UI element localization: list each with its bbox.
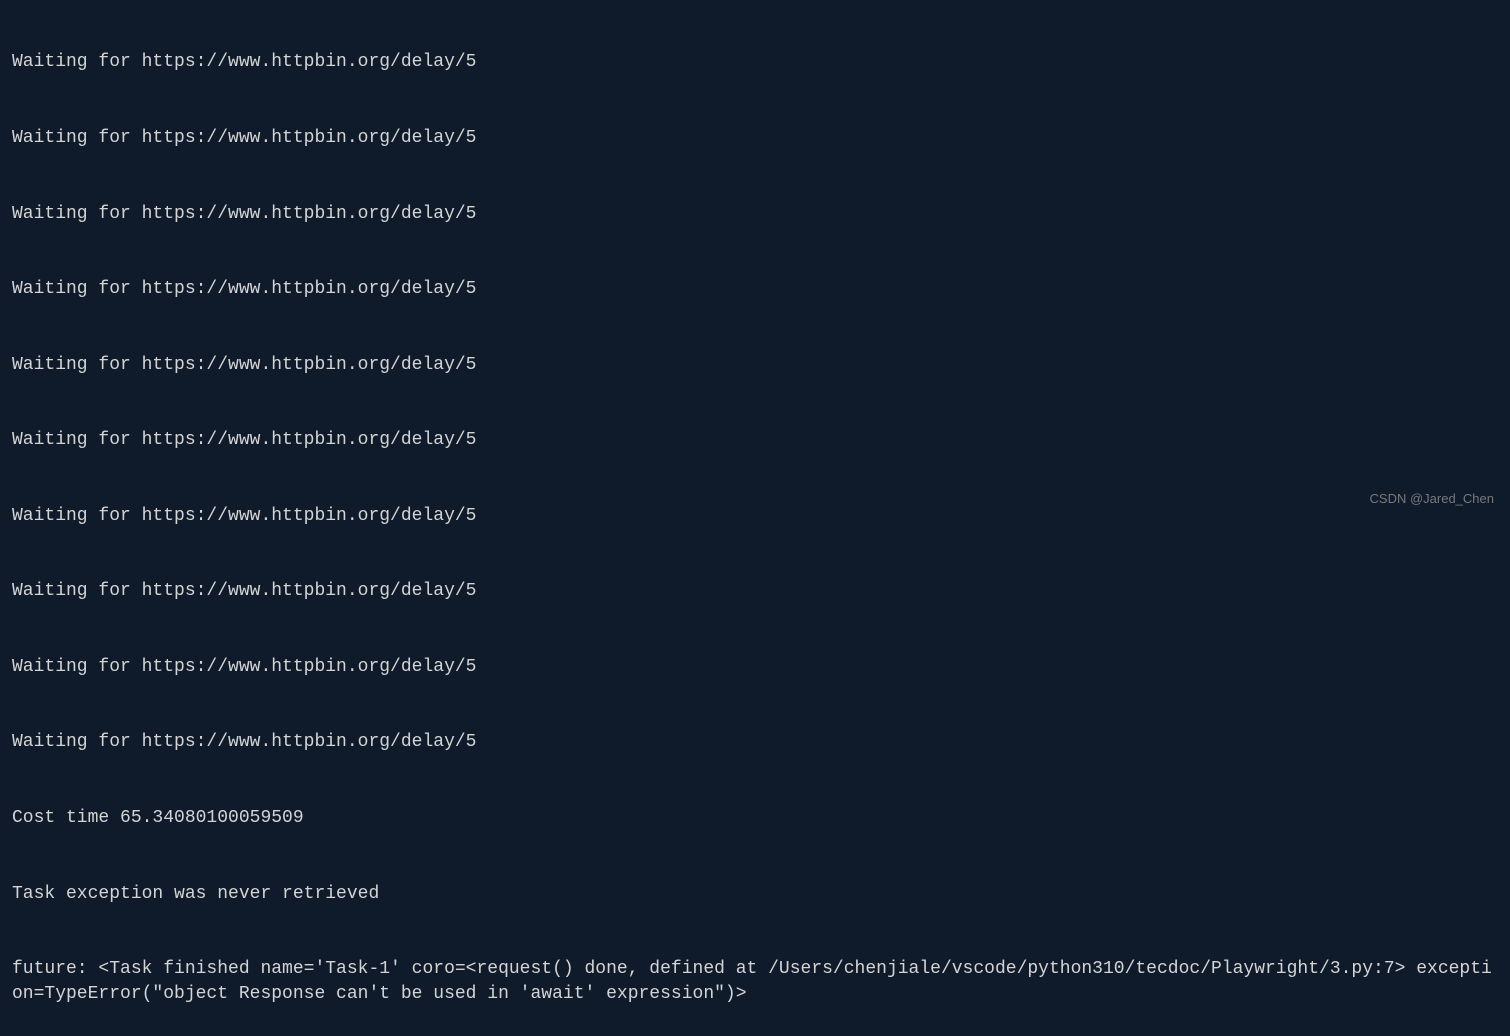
output-line: Waiting for https://www.httpbin.org/dela…	[12, 428, 1498, 453]
output-line: Waiting for https://www.httpbin.org/dela…	[12, 277, 1498, 302]
watermark-text: CSDN @Jared_Chen	[1370, 490, 1494, 508]
output-line: Waiting for https://www.httpbin.org/dela…	[12, 126, 1498, 151]
output-line: Waiting for https://www.httpbin.org/dela…	[12, 353, 1498, 378]
output-line: Waiting for https://www.httpbin.org/dela…	[12, 655, 1498, 680]
output-line: Waiting for https://www.httpbin.org/dela…	[12, 579, 1498, 604]
output-line: Waiting for https://www.httpbin.org/dela…	[12, 730, 1498, 755]
output-line: Task exception was never retrieved	[12, 882, 1498, 907]
output-line: Waiting for https://www.httpbin.org/dela…	[12, 504, 1498, 529]
output-line: Waiting for https://www.httpbin.org/dela…	[12, 202, 1498, 227]
output-line: Waiting for https://www.httpbin.org/dela…	[12, 50, 1498, 75]
output-line: future: <Task finished name='Task-1' cor…	[12, 957, 1498, 1007]
output-line: Cost time 65.34080100059509	[12, 806, 1498, 831]
terminal-output[interactable]: Waiting for https://www.httpbin.org/dela…	[12, 0, 1498, 1036]
